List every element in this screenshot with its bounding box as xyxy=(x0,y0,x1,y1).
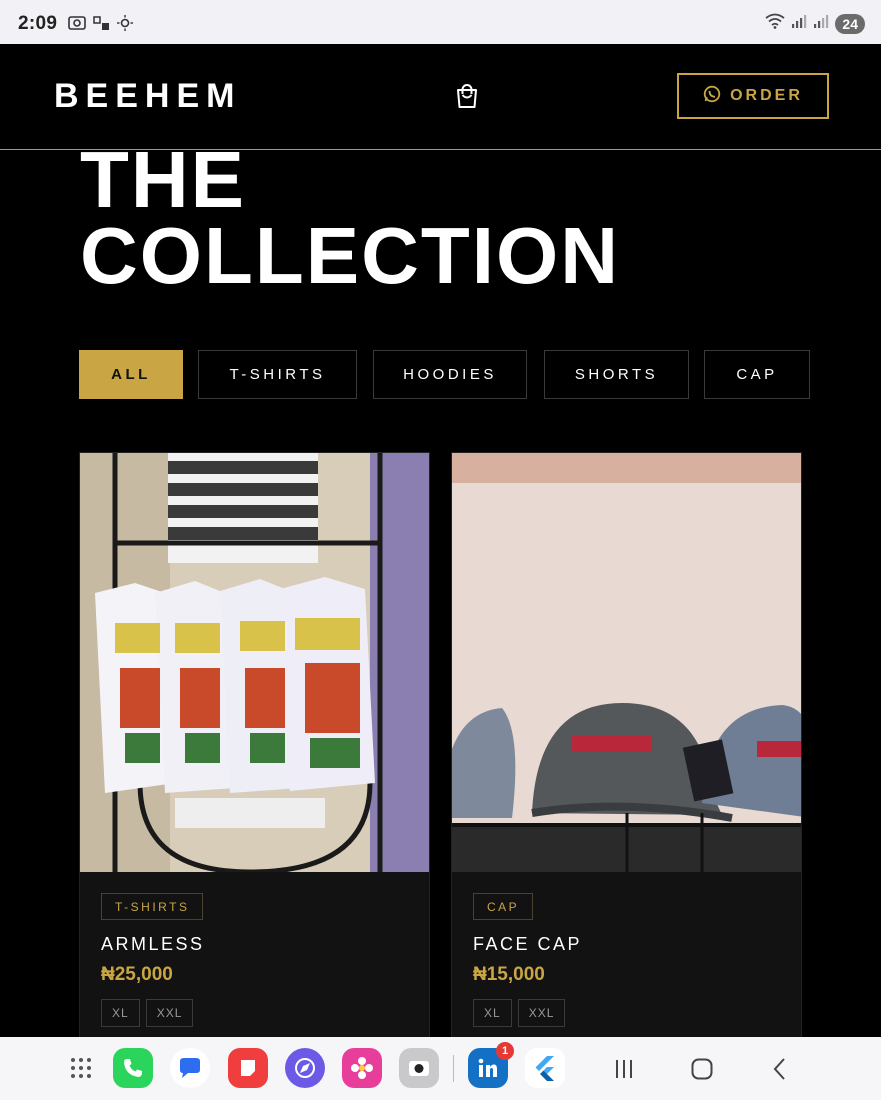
product-image-armless[interactable] xyxy=(80,453,429,872)
category-badge: T-SHIRTS xyxy=(101,893,204,920)
cart-icon[interactable] xyxy=(453,82,481,110)
product-name[interactable]: FACE CAP xyxy=(473,934,582,955)
linkedin-icon[interactable]: 1 xyxy=(468,1042,514,1088)
app-drawer-icon[interactable] xyxy=(61,1048,101,1088)
filter-cap[interactable]: CAP xyxy=(704,350,810,399)
recent-apps-button[interactable] xyxy=(610,1055,638,1083)
size-option-xxl[interactable]: XXL xyxy=(517,999,566,1027)
notification-badge: 1 xyxy=(496,1042,514,1060)
product-image-face-cap[interactable] xyxy=(452,453,801,872)
brightness-icon xyxy=(116,15,134,31)
size-option-xl[interactable]: XL xyxy=(473,999,512,1027)
size-option-xxl[interactable]: XXL xyxy=(145,999,194,1027)
screenshot-icon xyxy=(68,15,86,31)
status-bar: 2:09 24 xyxy=(0,0,881,44)
size-options: XL XXL xyxy=(473,999,566,1027)
flutter-icon[interactable] xyxy=(525,1048,565,1088)
home-button[interactable] xyxy=(688,1055,716,1083)
filter-hoodies[interactable]: HOODIES xyxy=(373,350,527,399)
phone-icon[interactable] xyxy=(113,1048,153,1088)
product-name[interactable]: ARMLESS xyxy=(101,934,205,955)
whatsapp-icon xyxy=(703,85,721,108)
product-card[interactable]: T-SHIRTS ARMLESS ₦25,000 XL XXL xyxy=(79,452,430,1052)
gallery-icon[interactable] xyxy=(342,1048,382,1088)
back-button[interactable] xyxy=(766,1055,794,1083)
bottom-dock: 1 xyxy=(0,1037,881,1100)
status-right: 24 xyxy=(765,13,865,34)
order-button[interactable]: ORDER xyxy=(677,73,829,119)
messages-icon[interactable] xyxy=(170,1048,210,1088)
filter-all[interactable]: ALL xyxy=(79,350,183,399)
collection-heading-line1: THE xyxy=(80,135,246,224)
order-label: ORDER xyxy=(730,87,803,104)
brand-logo[interactable]: BEEHEM xyxy=(54,77,241,116)
app-lock-icon xyxy=(92,15,110,31)
wifi-icon xyxy=(765,13,785,34)
product-price: ₦25,000 xyxy=(101,964,173,985)
category-badge: CAP xyxy=(473,893,534,920)
signal-icon-2 xyxy=(813,13,829,34)
size-option-xl[interactable]: XL xyxy=(101,999,140,1027)
product-price: ₦15,000 xyxy=(473,964,545,985)
status-left-icons xyxy=(68,15,134,31)
filter-shorts[interactable]: SHORTS xyxy=(544,350,689,399)
status-time: 2:09 xyxy=(18,13,58,34)
filter-t-shirts[interactable]: T-SHIRTS xyxy=(198,350,357,399)
size-options: XL XXL xyxy=(101,999,194,1027)
dock-divider xyxy=(453,1055,454,1082)
browser-icon[interactable] xyxy=(285,1048,325,1088)
signal-icon xyxy=(791,13,807,34)
camera-icon[interactable] xyxy=(399,1048,439,1088)
notes-app-icon[interactable] xyxy=(228,1048,268,1088)
top-nav: BEEHEM ORDER xyxy=(0,44,881,150)
battery-indicator: 24 xyxy=(835,13,865,34)
collection-heading-line2: COLLECTION xyxy=(80,211,620,300)
product-card[interactable]: CAP FACE CAP ₦15,000 XL XXL xyxy=(451,452,802,1052)
